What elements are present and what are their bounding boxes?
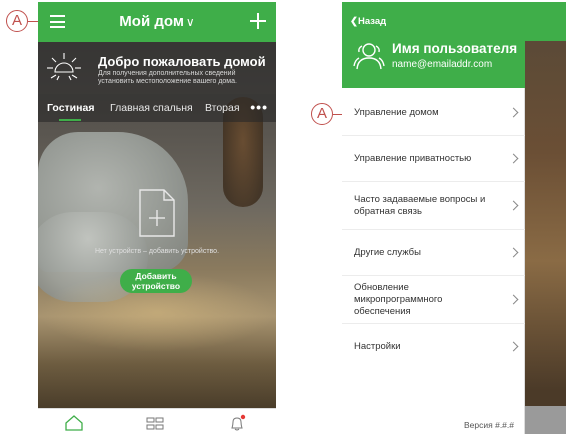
chevron-right-icon [508,247,519,257]
menu-item-label: Управление приватностью [354,152,472,164]
tab-room-1[interactable]: Главная спальня [110,102,193,114]
bottom-navigation [38,408,276,434]
menu-item-label: Обновление микропрограммного обеспечения [354,281,443,317]
user-profile-icon [353,43,385,70]
menu-item-firmware-update[interactable]: Обновление микропрограммного обеспечения [342,276,525,324]
back-label: Назад [357,16,387,27]
chevron-right-icon [508,153,519,163]
top-bar: Мой дом ∨ [38,2,276,42]
welcome-banner[interactable]: Добро пожаловать домой Для получения доп… [38,42,276,94]
chevron-down-icon: ∨ [185,15,195,29]
menu-item-label: Настройки [354,341,401,352]
more-rooms-icon[interactable]: ••• [250,99,268,115]
user-email: name@emailaddr.com [392,59,493,70]
menu-item-other-services[interactable]: Другие службы [342,230,525,276]
chevron-right-icon [508,341,519,352]
home-icon[interactable] [65,415,83,431]
sun-icon [47,53,81,81]
home-title: Мой дом [119,13,184,30]
chevron-right-icon [508,200,519,210]
callout-a-left: A [6,10,28,32]
menu-item-label: Управление домом [354,106,439,118]
home-screen: Мой дом ∨ Добро пожаловать домой Для полу… [38,2,276,434]
menu-item-label: Часто задаваемые вопросы и обратная связ… [354,193,486,217]
menu-screen: ❮Назад Имя пользователя name@emailaddr.c… [342,2,566,434]
home-selector[interactable]: Мой дом ∨ [38,13,276,30]
chevron-right-icon [508,294,519,304]
menu-item-privacy[interactable]: Управление приватностью [342,136,525,182]
room-tabs: Гостиная Главная спальня Вторая ••• [38,94,276,122]
add-device-button[interactable]: Добавить устройство [120,269,192,293]
menu-item-label: Другие службы [354,246,421,258]
home-screen-peek[interactable] [525,2,566,434]
profile-header: ❮Назад Имя пользователя name@emailaddr.c… [342,2,525,88]
back-chevron-icon: ❮ [350,16,358,27]
add-icon[interactable] [250,13,266,29]
welcome-title: Добро пожаловать домой [98,54,266,69]
chevron-right-icon [508,107,519,117]
active-tab-indicator [59,119,81,121]
side-menu-panel: ❮Назад Имя пользователя name@emailaddr.c… [342,2,525,434]
user-name: Имя пользователя [392,41,518,56]
tab-room-2[interactable]: Вторая [205,102,240,114]
welcome-subtitle: Для получения дополнительных сведений ус… [98,70,237,85]
empty-state-message: Нет устройств – добавить устройство. [94,248,220,255]
menu-item-home-management[interactable]: Управление домом [342,90,525,136]
empty-device-icon [139,189,175,237]
app-version: Версия #.#.# [464,420,514,430]
menu-item-faq-feedback[interactable]: Часто задаваемые вопросы и обратная связ… [342,182,525,230]
dashboard-grid-icon[interactable] [146,417,164,430]
tab-room-0[interactable]: Гостиная [47,102,94,114]
menu-item-settings[interactable]: Настройки [342,324,525,370]
back-button[interactable]: ❮Назад [350,16,386,27]
callout-a-right: A [311,103,333,125]
notification-bell-icon[interactable] [228,414,246,432]
